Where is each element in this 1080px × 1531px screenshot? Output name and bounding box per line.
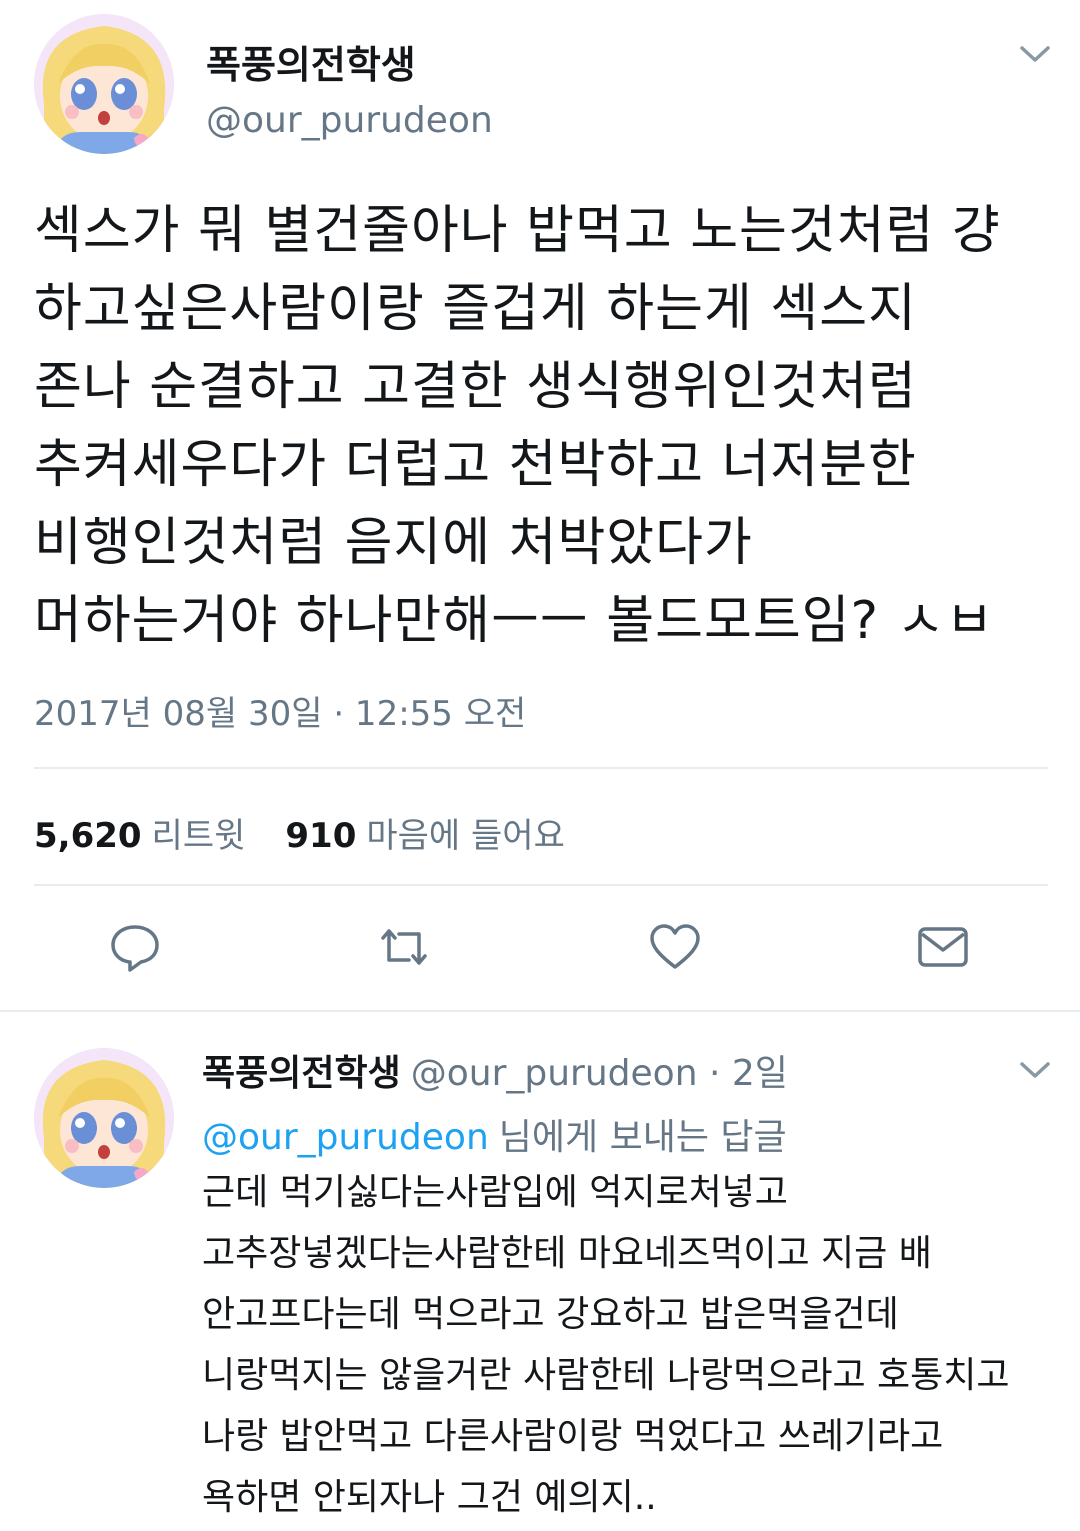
retweet-arrows-icon — [381, 929, 427, 965]
divider — [34, 767, 1048, 769]
reply-text: 근데 먹기싫다는사람입에 억지로처넣고 고추장넣겠다는사람한테 마요네즈먹이고 … — [202, 1162, 1062, 1528]
section-divider — [0, 1010, 1080, 1012]
tweet-text-line: 하고싶은사람이랑 즐겁게 하는게 섹스지 — [34, 279, 917, 339]
like-stat[interactable]: 910 마음에 들어요 — [285, 808, 564, 857]
reply-text-line: 니랑먹지는 않을거란 사람한테 나랑먹으라고 호통치고 — [202, 1355, 1010, 1396]
mention-link[interactable]: @our_purudeon — [202, 1117, 489, 1158]
like-label: 마음에 들어요 — [366, 816, 565, 856]
reply-header: 폭풍의전학생 @our_purudeon · 2일 — [202, 1044, 788, 1096]
author-handle[interactable]: @our_purudeon — [206, 100, 493, 141]
tweet-text: 섹스가 뭐 별건줄아나 밥먹고 노는것처럼 걍 하고싶은사람이랑 즐겁게 하는게… — [34, 192, 1044, 660]
envelope-icon — [918, 927, 968, 967]
retweet-stat[interactable]: 5,620 리트윗 — [34, 808, 245, 857]
chevron-down-icon[interactable] — [1018, 1058, 1052, 1082]
reply-text-line: 나랑 밥안먹고 다른사람이랑 먹었다고 쓰레기라고 — [202, 1416, 944, 1457]
tweet-text-line: 존나 순결하고 고결한 생식행위인것처럼 — [34, 357, 917, 417]
speech-bubble-icon — [111, 925, 159, 972]
tweet-text-line: 머하는거야 하나만해ㅡㅡ 볼드모트임? ㅅㅂ — [34, 591, 995, 651]
replying-to-label: 님에게 보내는 답글 — [498, 1117, 787, 1158]
reply-text-line: 고추장넣겠다는사람한테 마요네즈먹이고 지금 배 — [202, 1233, 932, 1274]
retweet-label: 리트윗 — [151, 816, 246, 856]
retweet-count: 5,620 — [34, 816, 142, 856]
reply-text-line: 근데 먹기싫다는사람입에 억지로처넣고 — [202, 1172, 788, 1213]
tweet-text-line: 섹스가 뭐 별건줄아나 밥먹고 노는것처럼 걍 — [34, 201, 1001, 261]
tweet-text-line: 비행인것처럼 음지에 처박았다가 — [34, 513, 753, 573]
reply-author-handle-time[interactable]: @our_purudeon · 2일 — [411, 1053, 788, 1094]
like-button[interactable] — [648, 920, 702, 974]
reply-text-line: 안고프다는데 먹으라고 강요하고 밥은먹을건데 — [202, 1294, 899, 1335]
replying-to: @our_purudeon 님에게 보내는 답글 — [202, 1108, 787, 1160]
heart-icon — [650, 924, 700, 969]
tweet-text-line: 추켜세우다가 더럽고 천박하고 너저분한 — [34, 435, 917, 495]
reply-text-line: 욕하면 안되자나 그건 예의지.. — [202, 1477, 657, 1518]
like-count: 910 — [285, 816, 357, 856]
direct-message-button[interactable] — [916, 920, 970, 974]
chevron-down-icon[interactable] — [1018, 42, 1052, 66]
engagement-stats: 5,620 리트윗 910 마음에 들어요 — [34, 808, 565, 857]
reply-avatar[interactable] — [34, 1048, 174, 1188]
tweet-timestamp[interactable]: 2017년 08월 30일 · 12:55 오전 — [34, 686, 526, 735]
author-name[interactable]: 폭풍의전학생 — [206, 34, 416, 89]
divider — [34, 884, 1048, 886]
reply-button[interactable] — [108, 920, 162, 974]
avatar[interactable] — [34, 14, 174, 154]
retweet-button[interactable] — [377, 920, 431, 974]
reply-author-name[interactable]: 폭풍의전학생 — [202, 1053, 401, 1094]
